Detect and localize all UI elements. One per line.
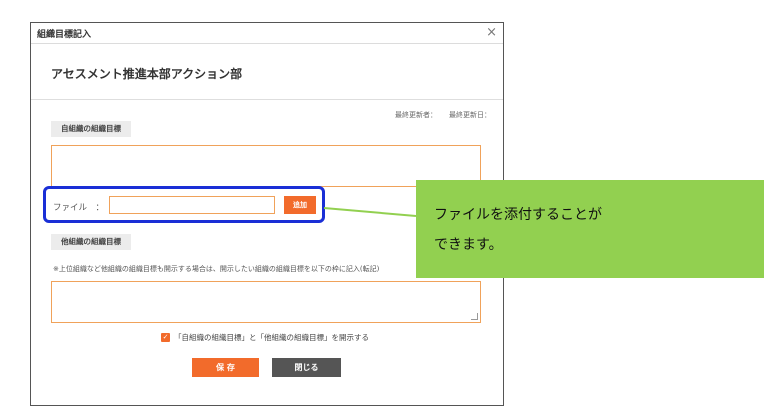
close-icon[interactable]: × — [486, 25, 497, 40]
last-updated-label: 最終更新日： — [449, 111, 491, 119]
file-highlight-box — [43, 186, 325, 223]
disclose-checkbox-row[interactable]: ✓ 「自組織の組織目標」と「他組織の組織目標」を開示する — [161, 332, 369, 343]
disclose-checkbox[interactable]: ✓ — [161, 333, 170, 342]
close-button[interactable]: 閉じる — [272, 358, 341, 377]
last-updater-label: 最終更新者： — [395, 111, 437, 119]
other-goal-textarea[interactable] — [51, 281, 481, 323]
callout-line-2: できます。 — [434, 237, 503, 253]
other-goal-section-label: 他組織の組織目標 — [51, 234, 131, 250]
dialog-title: 組織目標記入 — [37, 30, 92, 40]
callout-annotation: ファイルを添付することが できます。 — [416, 180, 764, 278]
own-goal-section-label: 自組織の組織目標 — [51, 121, 131, 137]
dialog-titlebar: 組織目標記入 × — [31, 23, 503, 44]
save-button[interactable]: 保 存 — [192, 358, 259, 377]
callout-line-1: ファイルを添付することが — [434, 207, 602, 223]
other-goal-note: ※上位組織など他組織の組織目標も開示する場合は、開示したい組織の組織目標を以下の… — [53, 265, 380, 273]
resize-handle-icon[interactable] — [471, 313, 478, 320]
organization-name: アセスメント推進本部アクション部 — [51, 67, 243, 81]
divider — [31, 99, 503, 100]
disclose-checkbox-label: 「自組織の組織目標」と「他組織の組織目標」を開示する — [174, 333, 369, 342]
